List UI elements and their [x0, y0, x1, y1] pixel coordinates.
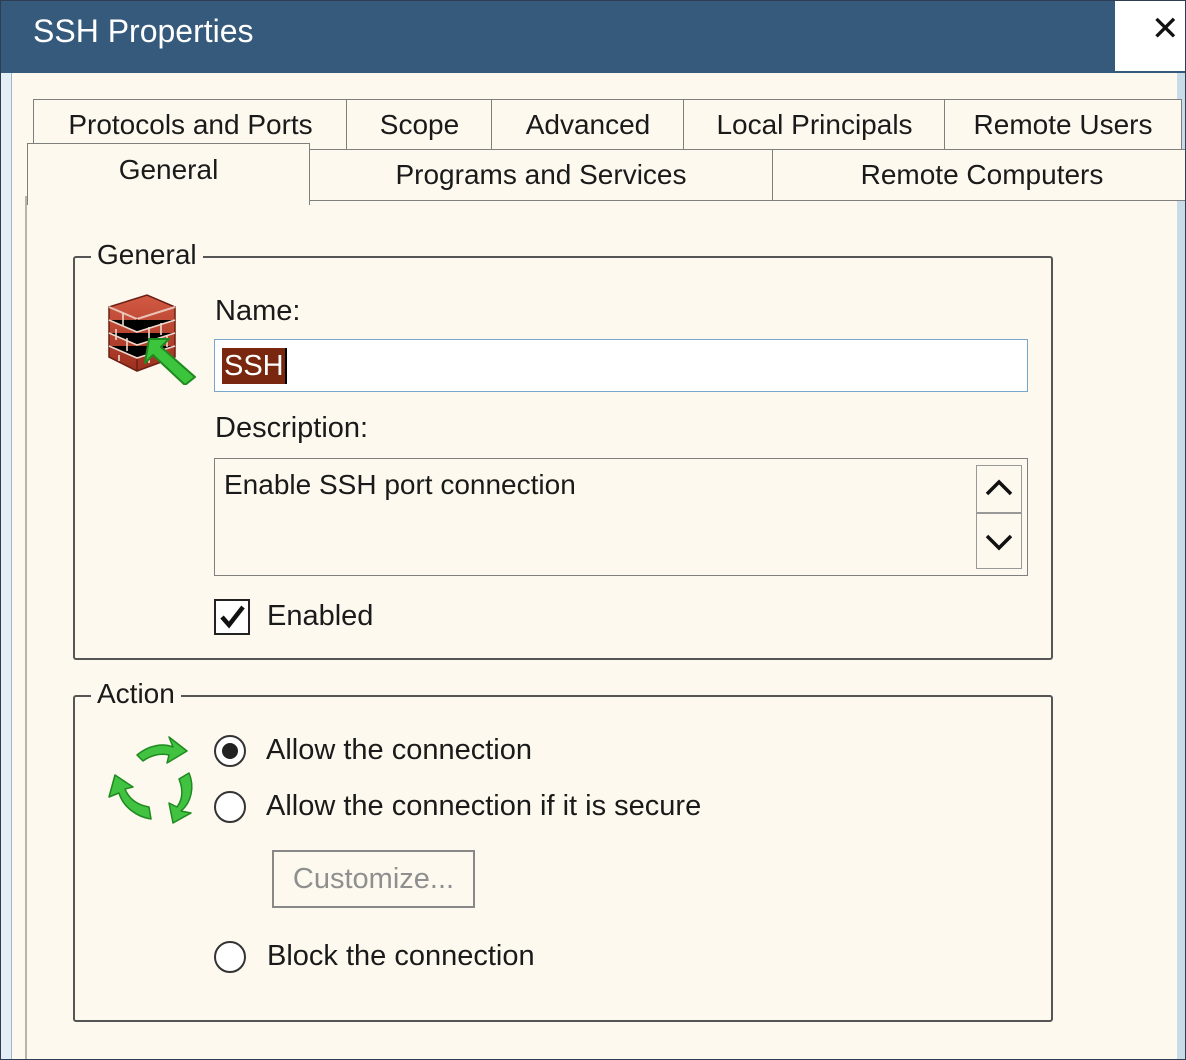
tab-scope[interactable]: Scope	[346, 99, 493, 149]
tab-protocols-and-ports[interactable]: Protocols and Ports	[33, 99, 348, 149]
description-text: Enable SSH port connection	[224, 469, 576, 500]
tab-label: General	[118, 153, 219, 185]
customize-button[interactable]: Customize...	[272, 850, 475, 908]
window-left-border	[1, 73, 12, 1059]
tab-remote-users[interactable]: Remote Users	[944, 99, 1182, 149]
block-connection-label: Block the connection	[267, 940, 535, 972]
tab-label: Remote Computers	[860, 159, 1104, 190]
text-caret	[285, 348, 287, 384]
tab-label: Remote Users	[973, 108, 1153, 140]
name-label: Name:	[215, 295, 301, 327]
tab-general[interactable]: General	[27, 143, 310, 205]
description-label: Description:	[215, 412, 369, 444]
title-bar[interactable]: SSH Properties	[1, 1, 1115, 73]
chevron-up-icon	[985, 479, 1013, 496]
radio-selected-dot	[222, 743, 238, 759]
action-group-label: Action	[91, 678, 181, 710]
tab-programs-and-services[interactable]: Programs and Services	[308, 149, 774, 201]
tab-advanced[interactable]: Advanced	[491, 99, 685, 149]
ssh-properties-dialog: SSH Properties ✕ Protocols and Ports Sco…	[0, 0, 1186, 1060]
dialog-inner-border	[25, 196, 27, 1059]
tab-local-principals[interactable]: Local Principals	[683, 99, 946, 149]
tab-label: Programs and Services	[395, 159, 687, 190]
enabled-label: Enabled	[267, 600, 374, 632]
scroll-up-button[interactable]	[976, 465, 1022, 513]
description-textarea[interactable]: Enable SSH port connection	[214, 458, 1028, 576]
refresh-arrows-icon	[108, 736, 193, 824]
firewall-rule-icon	[108, 294, 196, 385]
checkmark-icon	[220, 605, 245, 629]
window-right-border	[1177, 73, 1185, 1059]
tab-label: Protocols and Ports	[68, 108, 313, 140]
enabled-checkbox[interactable]	[214, 599, 250, 635]
tab-label: Advanced	[525, 108, 651, 140]
tab-label: Scope	[379, 108, 460, 140]
close-icon[interactable]: ✕	[1151, 9, 1180, 49]
tab-label: Local Principals	[716, 108, 913, 140]
radio-allow-if-secure[interactable]	[214, 791, 246, 823]
scroll-down-button[interactable]	[976, 513, 1022, 569]
window-title: SSH Properties	[33, 13, 254, 49]
radio-allow-connection[interactable]	[214, 735, 246, 767]
allow-connection-label: Allow the connection	[266, 734, 532, 766]
tab-remote-computers[interactable]: Remote Computers	[772, 149, 1185, 201]
allow-if-secure-label: Allow the connection if it is secure	[266, 790, 702, 822]
radio-block-connection[interactable]	[214, 941, 246, 973]
general-group-label: General	[91, 239, 203, 271]
name-selected-text: SSH	[222, 348, 286, 384]
chevron-down-icon	[985, 534, 1013, 551]
name-input[interactable]: SSH	[214, 339, 1028, 392]
